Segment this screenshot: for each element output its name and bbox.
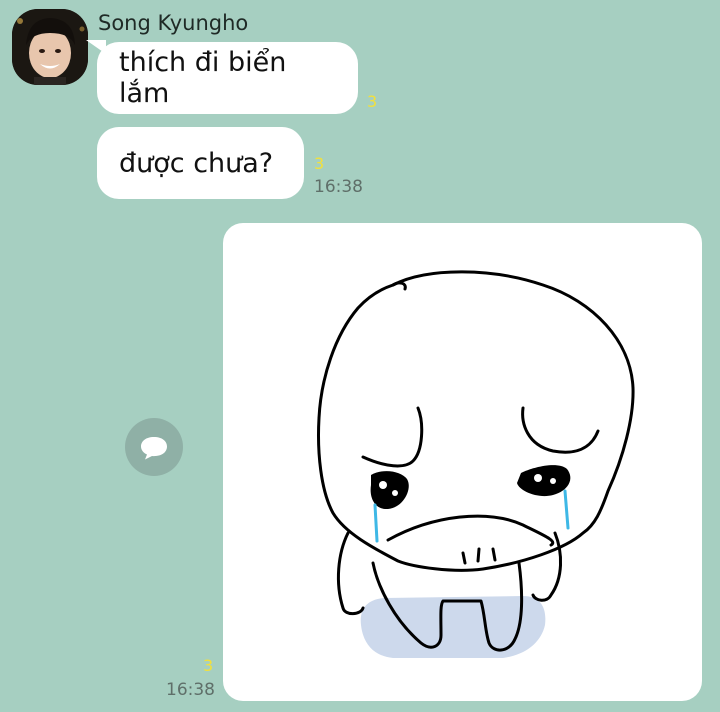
message-time: 16:38	[166, 680, 215, 700]
unread-count: 3	[203, 656, 214, 675]
message-bubble[interactable]: thích đi biển lắm	[97, 42, 358, 114]
unread-count: 3	[314, 154, 325, 173]
message-text: thích đi biển lắm	[119, 47, 287, 109]
sticker-message[interactable]	[223, 223, 702, 701]
crying-character-sticker	[317, 270, 635, 658]
sender-name: Song Kyungho	[98, 11, 249, 35]
speech-bubble-icon	[141, 437, 167, 460]
message-text: được chưa?	[119, 147, 274, 179]
sender-avatar[interactable]	[12, 9, 88, 85]
message-time: 16:38	[314, 177, 363, 197]
unread-count: 3	[367, 92, 378, 111]
message-bubble[interactable]: được chưa?	[97, 127, 304, 199]
avatar-photo	[12, 9, 88, 85]
share-button[interactable]	[125, 418, 183, 476]
